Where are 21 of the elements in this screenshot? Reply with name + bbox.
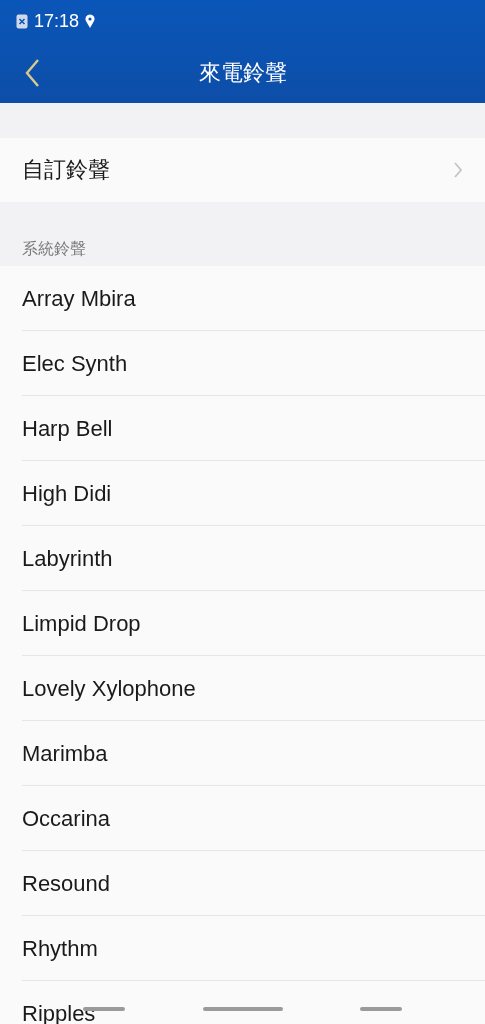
back-icon[interactable] [24, 58, 40, 88]
ringtone-item[interactable]: Array Mbira [0, 266, 485, 331]
ringtone-item[interactable]: Lovely Xylophone [0, 656, 485, 721]
status-time: 17:18 [34, 10, 80, 32]
section-header: 系統鈴聲 [22, 239, 86, 259]
ringtone-item[interactable]: Resound [0, 851, 485, 916]
chevron-icon [453, 161, 463, 179]
ringtone-item[interactable]: Marimba [0, 721, 485, 786]
custom-ringtone-item[interactable]: 自訂鈴聲 [0, 138, 485, 202]
ringtone-item[interactable]: Labyrinth [0, 526, 485, 591]
location-icon [85, 14, 96, 28]
ringtone-item[interactable]: Harp Bell [0, 396, 485, 461]
sim-icon [16, 13, 28, 29]
ringtone-item[interactable]: Limpid Drop [0, 591, 485, 656]
nav-handle[interactable] [203, 1007, 283, 1011]
ringtone-item[interactable]: High Didi [0, 461, 485, 526]
ringtone-item[interactable]: Elec Synth [0, 331, 485, 396]
ringtone-item[interactable]: Rhythm [0, 916, 485, 981]
screen-title: 來電鈴聲 [198, 58, 287, 87]
ringtone-item[interactable]: Occarina [0, 786, 485, 851]
nav-handle[interactable] [360, 1007, 402, 1011]
